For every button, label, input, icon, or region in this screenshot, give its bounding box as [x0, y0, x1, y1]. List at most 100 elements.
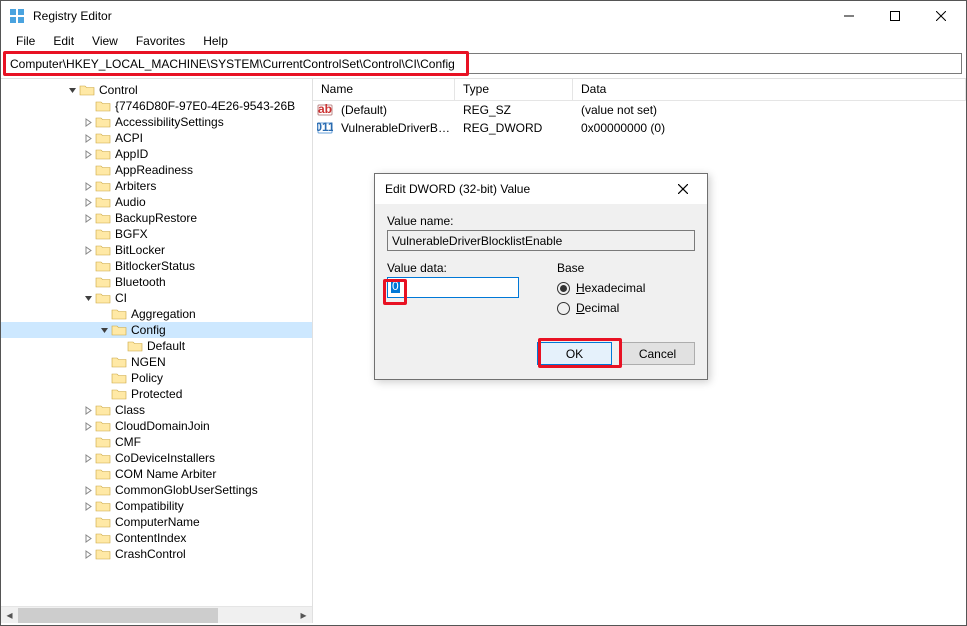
scroll-left-icon[interactable]: ◂ [1, 607, 18, 624]
tree-item[interactable]: Audio [1, 194, 312, 210]
tree-item[interactable]: Compatibility [1, 498, 312, 514]
tree-item[interactable]: Control [1, 82, 312, 98]
tree-item-label: Control [99, 83, 138, 97]
chevron-down-icon[interactable] [65, 86, 79, 95]
chevron-right-icon[interactable] [81, 246, 95, 255]
tree-item-label: CrashControl [115, 547, 186, 561]
tree-item[interactable]: ContentIndex [1, 530, 312, 546]
scroll-right-icon[interactable]: ▸ [295, 607, 312, 624]
title-bar: Registry Editor [1, 1, 966, 31]
tree-item[interactable]: AppID [1, 146, 312, 162]
radio-dec-label: Decimal [576, 301, 619, 315]
radio-decimal[interactable]: Decimal [557, 298, 695, 318]
tree-item-label: {7746D80F-97E0-4E26-9543-26B [115, 99, 295, 113]
chevron-right-icon[interactable] [81, 118, 95, 127]
chevron-right-icon[interactable] [81, 150, 95, 159]
tree-item[interactable]: CoDeviceInstallers [1, 450, 312, 466]
cancel-button[interactable]: Cancel [620, 342, 695, 365]
tree-item[interactable]: ACPI [1, 130, 312, 146]
tree-item-label: BitLocker [115, 243, 165, 257]
tree-item[interactable]: CMF [1, 434, 312, 450]
tree-item[interactable]: CrashControl [1, 546, 312, 562]
minimize-button[interactable] [826, 1, 872, 31]
tree-h-scrollbar[interactable]: ◂ ▸ [1, 606, 312, 623]
list-row[interactable]: ab(Default)REG_SZ(value not set) [313, 101, 966, 119]
cell-type: REG_DWORD [457, 120, 575, 136]
tree-item[interactable]: Bluetooth [1, 274, 312, 290]
chevron-down-icon[interactable] [81, 294, 95, 303]
tree-item-label: AppReadiness [115, 163, 193, 177]
value-name-label: Value name: [387, 214, 695, 228]
value-data-input[interactable]: 0 [387, 277, 519, 298]
tree-item[interactable]: BitlockerStatus [1, 258, 312, 274]
cell-name: VulnerableDriverBloc... [335, 120, 457, 136]
col-type[interactable]: Type [455, 79, 573, 100]
chevron-right-icon[interactable] [81, 182, 95, 191]
tree-item[interactable]: Config [1, 322, 312, 338]
tree-item[interactable]: BitLocker [1, 242, 312, 258]
tree-item[interactable]: BackupRestore [1, 210, 312, 226]
chevron-right-icon[interactable] [81, 502, 95, 511]
edit-dword-dialog: Edit DWORD (32-bit) Value Value name: Vu… [374, 173, 708, 380]
chevron-right-icon[interactable] [81, 134, 95, 143]
menu-file[interactable]: File [7, 32, 44, 50]
dialog-title-bar[interactable]: Edit DWORD (32-bit) Value [375, 174, 707, 204]
menu-view[interactable]: View [83, 32, 127, 50]
menu-help[interactable]: Help [194, 32, 237, 50]
col-name[interactable]: Name [313, 79, 455, 100]
chevron-right-icon[interactable] [81, 214, 95, 223]
tree-item-label: Arbiters [115, 179, 156, 193]
tree-item[interactable]: AppReadiness [1, 162, 312, 178]
scroll-thumb[interactable] [18, 608, 218, 623]
tree-item-label: AccessibilitySettings [115, 115, 224, 129]
close-button[interactable] [918, 1, 964, 31]
tree-item[interactable]: Class [1, 402, 312, 418]
tree-item[interactable]: Protected [1, 386, 312, 402]
tree-item-label: BGFX [115, 227, 148, 241]
tree-item-label: Aggregation [131, 307, 196, 321]
radio-hexadecimal[interactable]: Hexadecimal [557, 278, 695, 298]
menu-favorites[interactable]: Favorites [127, 32, 194, 50]
ok-button[interactable]: OK [537, 342, 612, 365]
menu-edit[interactable]: Edit [44, 32, 83, 50]
tree-item[interactable]: NGEN [1, 354, 312, 370]
chevron-right-icon[interactable] [81, 422, 95, 431]
list-row[interactable]: 011VulnerableDriverBloc...REG_DWORD0x000… [313, 119, 966, 137]
chevron-right-icon[interactable] [81, 198, 95, 207]
list-header[interactable]: Name Type Data [313, 79, 966, 101]
tree-item-label: Bluetooth [115, 275, 166, 289]
tree-item[interactable]: CI [1, 290, 312, 306]
tree-item[interactable]: Policy [1, 370, 312, 386]
tree-item[interactable]: COM Name Arbiter [1, 466, 312, 482]
dialog-close-button[interactable] [663, 175, 703, 203]
col-data[interactable]: Data [573, 79, 966, 100]
chevron-right-icon[interactable] [81, 406, 95, 415]
tree-item-label: Protected [131, 387, 182, 401]
tree-item-label: BitlockerStatus [115, 259, 195, 273]
tree-item[interactable]: Aggregation [1, 306, 312, 322]
chevron-right-icon[interactable] [81, 486, 95, 495]
tree-item[interactable]: Default [1, 338, 312, 354]
svg-text:011: 011 [317, 120, 333, 134]
tree-item[interactable]: BGFX [1, 226, 312, 242]
tree-pane[interactable]: Control {7746D80F-97E0-4E26-9543-26B Acces… [1, 79, 313, 623]
chevron-right-icon[interactable] [81, 454, 95, 463]
chevron-down-icon[interactable] [97, 326, 111, 335]
value-name-field: VulnerableDriverBlocklistEnable [387, 230, 695, 251]
address-bar[interactable]: Computer\HKEY_LOCAL_MACHINE\SYSTEM\Curre… [5, 53, 962, 74]
tree-item[interactable]: ComputerName [1, 514, 312, 530]
tree-item[interactable]: CommonGlobUserSettings [1, 482, 312, 498]
maximize-button[interactable] [872, 1, 918, 31]
radio-icon [557, 302, 570, 315]
tree-item-label: CloudDomainJoin [115, 419, 210, 433]
tree-item[interactable]: CloudDomainJoin [1, 418, 312, 434]
chevron-right-icon[interactable] [81, 550, 95, 559]
tree-item[interactable]: {7746D80F-97E0-4E26-9543-26B [1, 98, 312, 114]
tree-item[interactable]: AccessibilitySettings [1, 114, 312, 130]
cell-type: REG_SZ [457, 102, 575, 118]
window-title: Registry Editor [33, 9, 826, 23]
tree-item-label: NGEN [131, 355, 166, 369]
tree-item-label: Audio [115, 195, 146, 209]
tree-item[interactable]: Arbiters [1, 178, 312, 194]
chevron-right-icon[interactable] [81, 534, 95, 543]
